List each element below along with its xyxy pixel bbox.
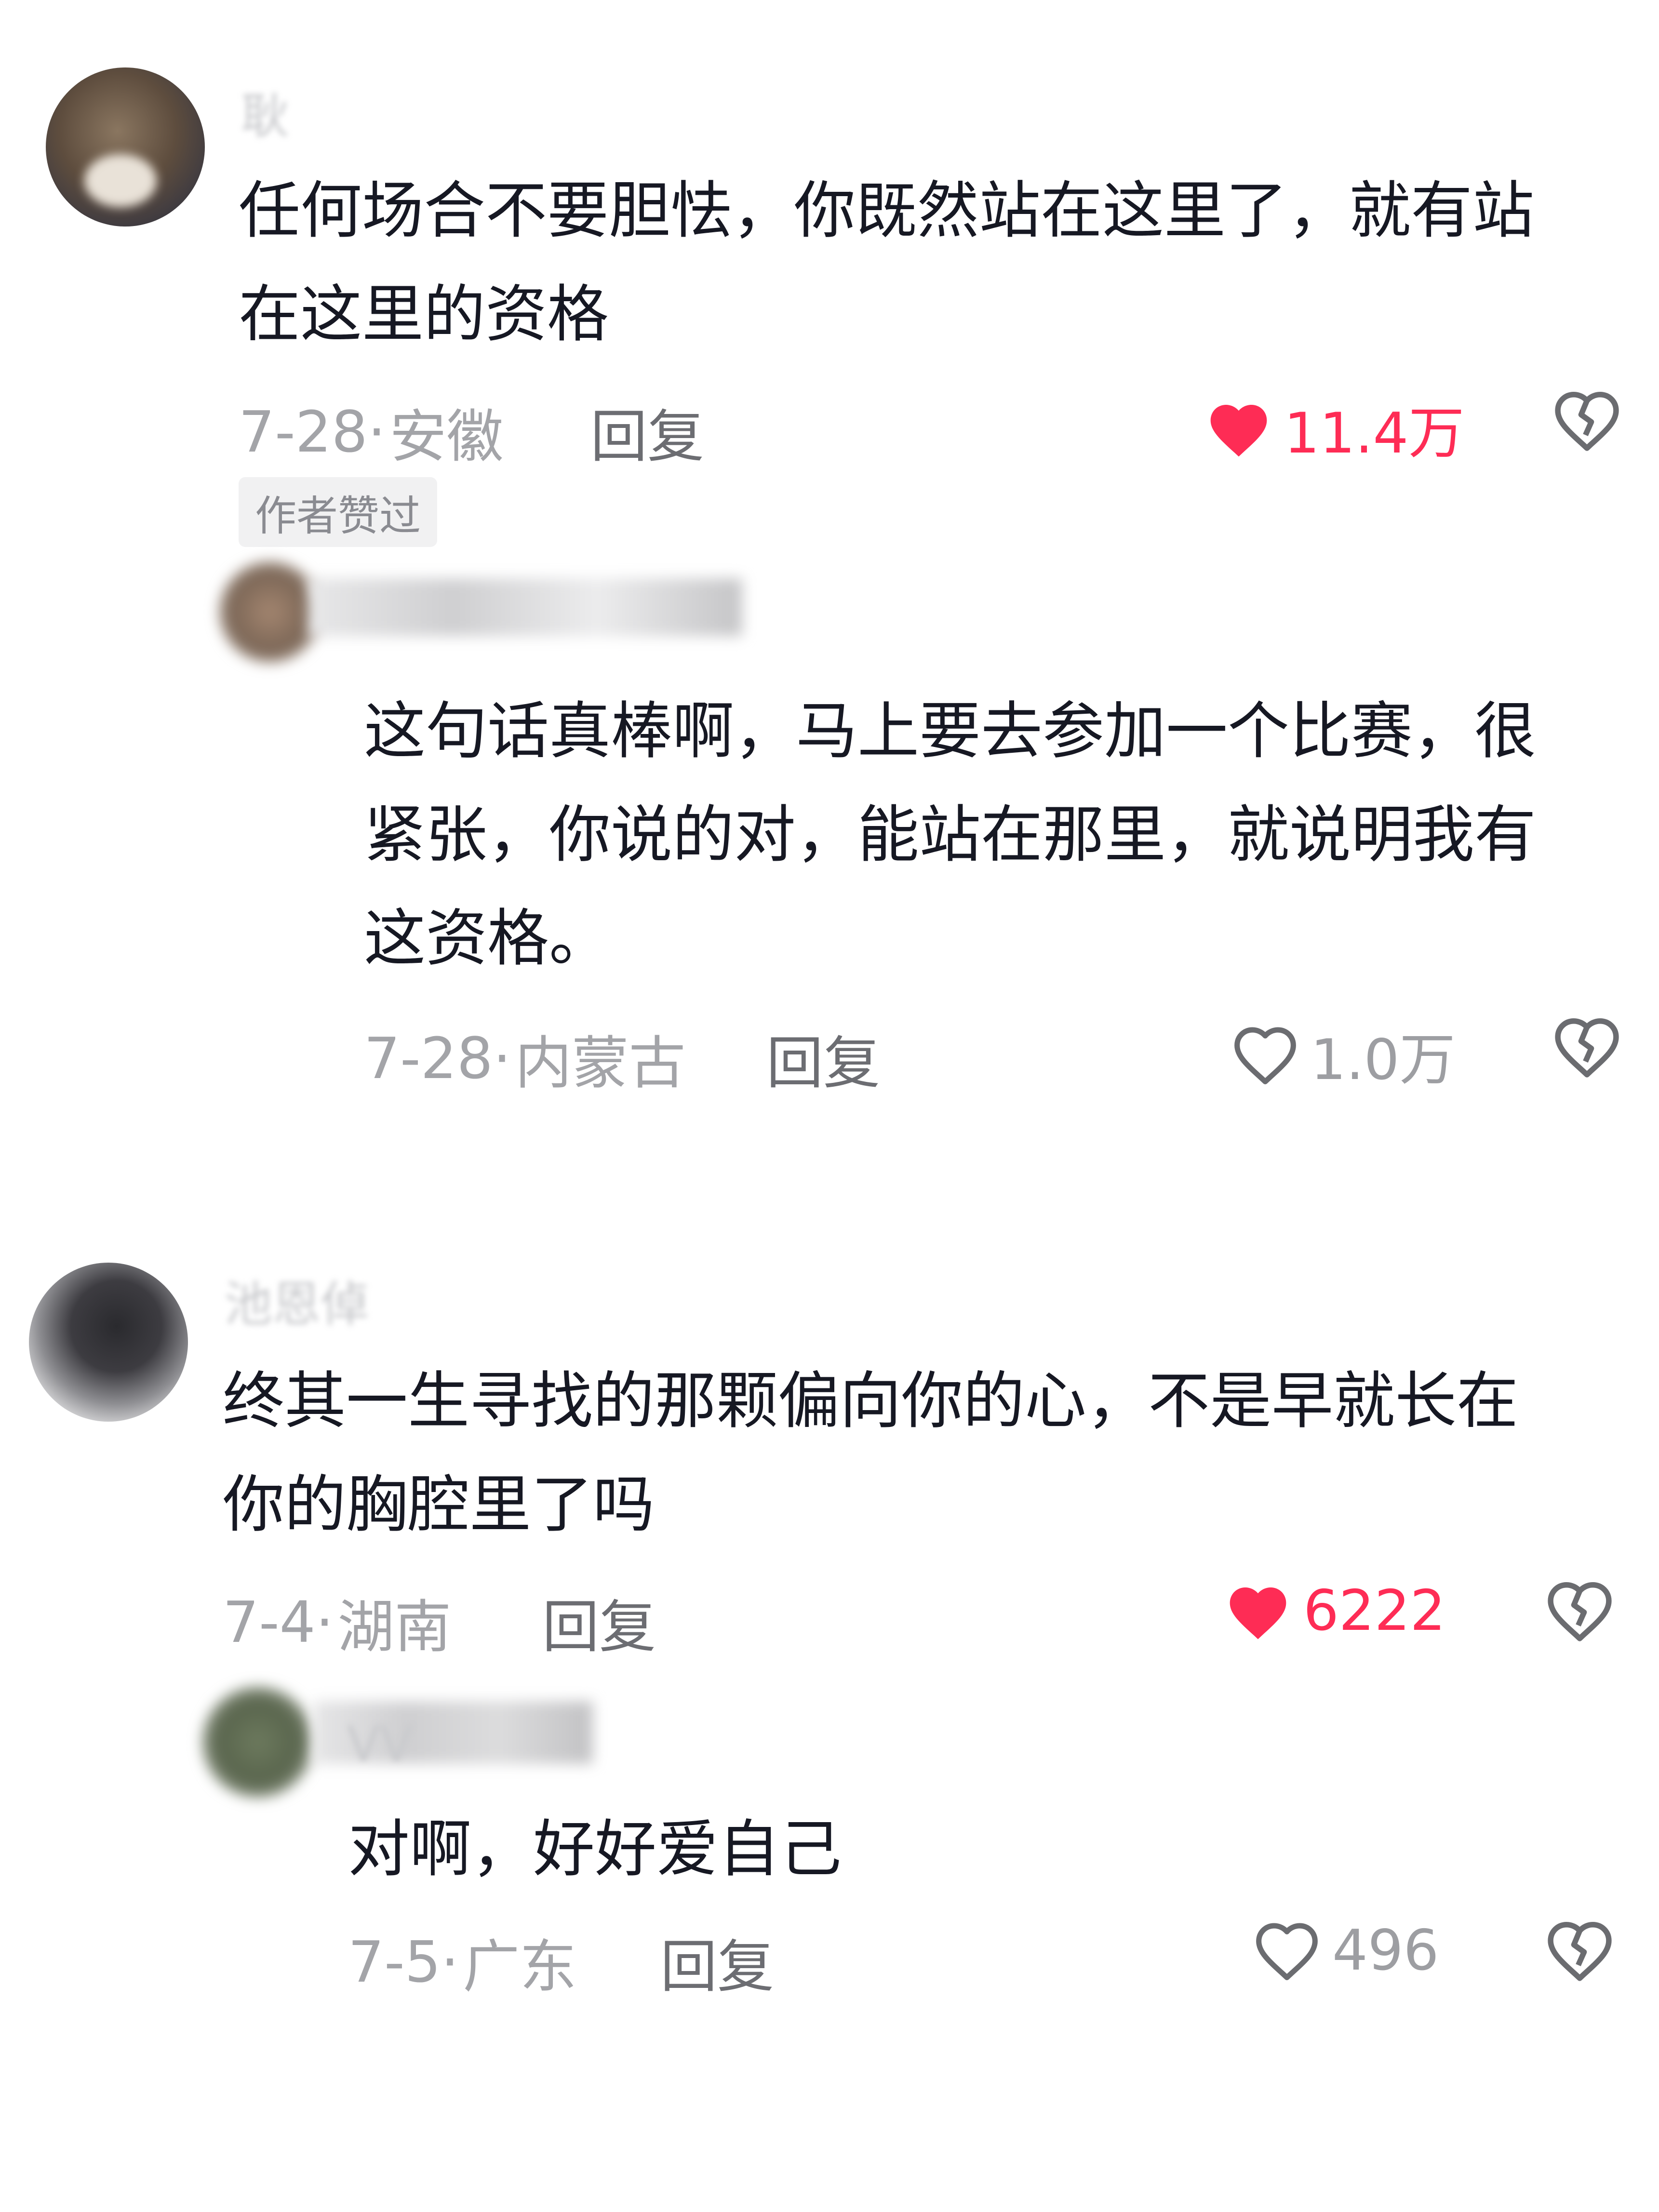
avatar[interactable] [29, 1263, 188, 1422]
comment-text: 任何场合不要胆怯，你既然站在这里了，就有站 在这里的资格 [239, 159, 1612, 366]
comment-text-line: 你的胸腔里了吗 [223, 1469, 655, 1541]
heart-icon [1256, 1923, 1318, 1980]
heart-icon [1234, 1027, 1296, 1084]
comment-text-line: 这资格。 [364, 903, 611, 974]
author-name[interactable] [308, 578, 742, 636]
avatar[interactable] [219, 561, 321, 663]
like-count: 1.0万 [1311, 1027, 1456, 1093]
author-name-text: VV [347, 1716, 413, 1772]
comment-location: 安徽 [389, 403, 504, 470]
comment-date: 7-4 [223, 1588, 316, 1655]
comment-meta: 7-28 · 内蒙古 [364, 1017, 685, 1099]
broken-heart-icon[interactable] [1545, 1918, 1615, 1983]
heart-icon [1230, 1587, 1286, 1639]
comment-text: 终其一生寻找的那颗偏向你的心，不是早就长在 你的胸腔里了吗 [223, 1349, 1611, 1557]
comment-text-line: 对啊，好好爱自己 [348, 1813, 842, 1885]
avatar[interactable] [46, 67, 205, 227]
reply-button[interactable]: 回复 [766, 1017, 880, 1099]
like-button[interactable]: 6222 [1224, 1578, 1445, 1643]
comment-meta: 7-5 · 广东 [348, 1920, 576, 2003]
comment-text: 对啊，好好爱自己 [348, 1798, 1601, 1901]
author-name[interactable]: 池恩倬 [224, 1265, 369, 1335]
comment-text-line: 任何场合不要胆怯，你既然站在这里了，就有站 [239, 175, 1535, 247]
comment-date: 7-5 [348, 1928, 441, 1995]
like-count: 11.4万 [1284, 401, 1465, 466]
comment-location: 湖南 [337, 1594, 452, 1660]
like-count: 496 [1332, 1918, 1439, 1983]
avatar[interactable] [202, 1687, 313, 1798]
comment-meta: 7-28 · 安徽 [239, 390, 503, 473]
like-count: 6222 [1303, 1578, 1446, 1643]
heart-icon [1210, 405, 1267, 457]
reply-button[interactable]: 回复 [542, 1581, 656, 1663]
comment-text-line: 紧张，你说的对，能站在那里，就说明我有 [364, 799, 1537, 871]
comment-location: 广东 [463, 1933, 577, 2000]
broken-heart-icon[interactable] [1552, 1014, 1622, 1079]
comment-text-line: 这句话真棒啊，马上要去参加一个比赛，很 [364, 695, 1537, 767]
comment-text-line: 终其一生寻找的那颗偏向你的心，不是早就长在 [223, 1365, 1519, 1437]
reply-button[interactable]: 回复 [660, 1920, 774, 2003]
comment-date: 7-28 [239, 398, 368, 465]
comment-text: 这句话真棒啊，马上要去参加一个比赛，很 紧张，你说的对，能站在那里，就说明我有 … [364, 680, 1617, 990]
comment-date: 7-28 [364, 1025, 493, 1092]
author-liked-tag: 作者赞过 [239, 477, 437, 547]
like-button[interactable]: 1.0万 [1231, 1014, 1455, 1095]
broken-heart-icon[interactable] [1545, 1578, 1615, 1643]
like-button[interactable]: 496 [1253, 1918, 1439, 1983]
comment-text-line: 在这里的资格 [239, 279, 609, 350]
broken-heart-icon[interactable] [1552, 388, 1622, 453]
like-button[interactable]: 11.4万 [1205, 388, 1464, 469]
author-name[interactable]: 耿 [241, 77, 289, 147]
comment-meta: 7-4 · 湖南 [223, 1581, 451, 1663]
comment-location: 内蒙古 [515, 1030, 686, 1096]
reply-button[interactable]: 回复 [590, 390, 704, 473]
